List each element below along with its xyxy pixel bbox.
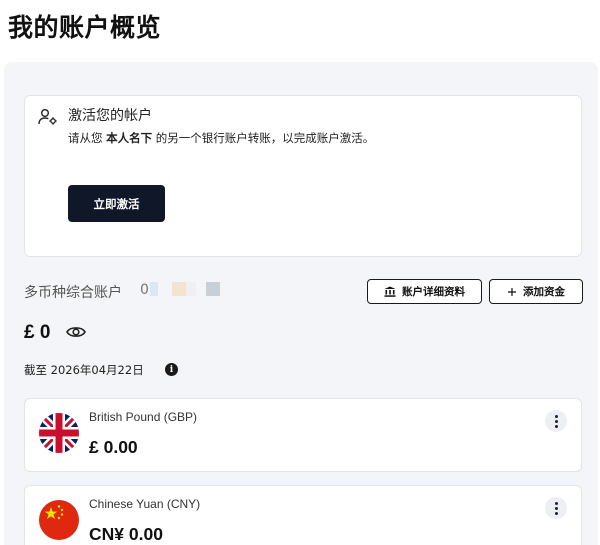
currency-name: British Pound (GBP): [89, 410, 198, 424]
user-gear-icon: [38, 109, 57, 125]
activate-now-button[interactable]: 立即激活: [68, 185, 165, 222]
currency-card-gbp[interactable]: British Pound (GBP) £ 0.00: [24, 398, 582, 472]
add-funds-label: 添加资金: [523, 286, 565, 298]
account-name: 多币种综合账户: [24, 285, 122, 301]
bank-icon: [384, 286, 396, 297]
more-options-button[interactable]: [545, 497, 567, 519]
eye-icon[interactable]: [66, 325, 86, 339]
currency-card-cny[interactable]: Chinese Yuan (CNY) CN¥ 0.00: [24, 485, 582, 545]
activation-card: 激活您的帐户 请从您 本人名下 的另一个银行账户转账，以完成账户激活。 立即激活: [24, 95, 582, 257]
account-number-redacted: [150, 282, 220, 296]
info-icon[interactable]: i: [165, 363, 178, 376]
page-title: 我的账户概览: [8, 13, 162, 42]
add-funds-button[interactable]: 添加资金: [489, 279, 583, 304]
currency-balance: £ 0.00: [89, 437, 138, 457]
account-details-label: 账户详细资料: [402, 286, 465, 298]
activation-title: 激活您的帐户: [68, 108, 152, 124]
account-details-button[interactable]: 账户详细资料: [367, 279, 482, 304]
activation-description: 请从您 本人名下 的另一个银行账户转账，以完成账户激活。: [68, 131, 375, 145]
as-of-date: 截至 2026年04月22日: [24, 363, 144, 377]
currency-balance: CN¥ 0.00: [89, 524, 163, 544]
total-balance: £ 0: [24, 322, 51, 343]
plus-icon: [508, 287, 516, 296]
uk-flag-icon: [39, 413, 79, 453]
currency-name: Chinese Yuan (CNY): [89, 497, 201, 511]
china-flag-icon: [39, 500, 79, 540]
more-options-button[interactable]: [545, 410, 567, 432]
